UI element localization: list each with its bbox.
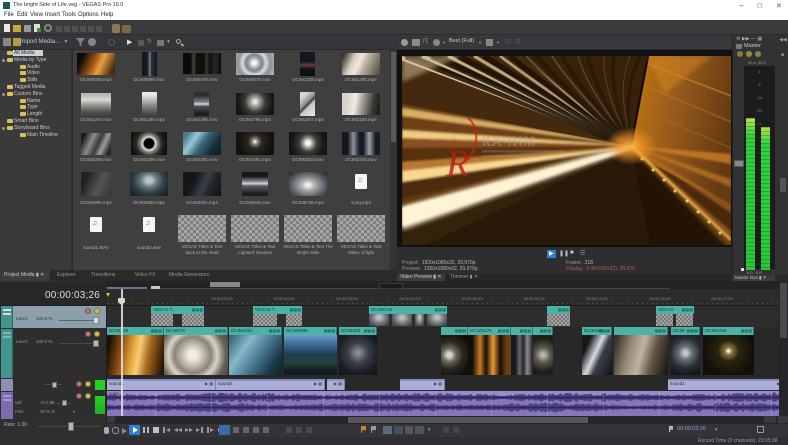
svg-text:R: R [445, 143, 469, 185]
svg-text:КАЧИМ: КАЧИМ [482, 133, 536, 149]
